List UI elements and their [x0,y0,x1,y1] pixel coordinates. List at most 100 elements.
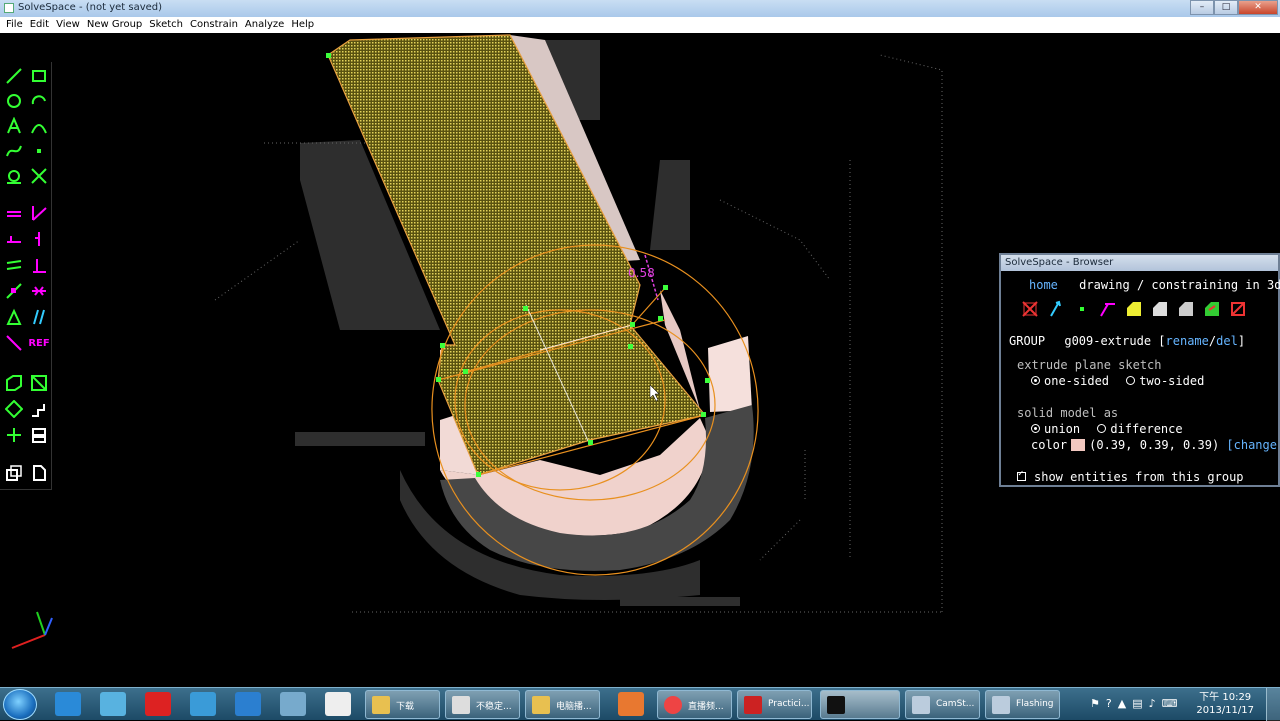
dimension-label[interactable]: 0.58 [628,266,655,280]
delete-link[interactable]: del [1216,334,1238,348]
tray-up-icon[interactable]: ▲ [1118,697,1126,710]
menu-analyze[interactable]: Analyze [241,17,287,33]
parallel-constraint-icon[interactable] [3,254,25,276]
outline-icon[interactable] [1229,300,1247,318]
angle-constraint-icon[interactable] [28,202,50,224]
close-button[interactable]: ✕ [1238,0,1278,15]
system-tray: ⚑ ? ▲ ▤ ♪ ⌨ [1090,697,1178,710]
browser-app-icon[interactable] [100,692,126,716]
tangent-arc-tool-icon[interactable] [28,115,50,137]
taskbar-button-practice[interactable]: Practici... [737,690,812,719]
split-tool-icon[interactable] [28,165,50,187]
step-rotate-icon[interactable] [3,424,25,446]
tray-flag-icon[interactable]: ⚑ [1090,697,1100,710]
bezier-tool-icon[interactable] [3,140,25,162]
solid-model-heading: solid model as [1017,406,1119,420]
horizontal-constraint-icon[interactable] [3,228,25,250]
taskbar-button-solvespace[interactable] [820,690,900,719]
difference-label[interactable]: difference [1110,422,1182,436]
tangent-constraint-icon[interactable] [28,306,50,328]
show-desktop-button[interactable] [1266,688,1280,721]
perpendicular-constraint-icon[interactable] [28,254,50,276]
on-point-constraint-icon[interactable] [3,280,25,302]
maximize-button[interactable]: □ [1214,0,1238,15]
tray-volume-icon[interactable]: ♪ [1149,697,1156,710]
normal-arrow-icon[interactable] [1047,300,1065,318]
rectangle-tool-icon[interactable] [28,65,50,87]
start-button[interactable] [3,689,37,720]
distance-constraint-icon[interactable] [3,202,25,224]
workplane-icon[interactable] [1021,300,1039,318]
extrude-group-icon[interactable] [28,372,50,394]
show-entities-label[interactable]: show entities from this group [1034,470,1244,484]
menu-new-group[interactable]: New Group [83,17,145,33]
two-sided-radio[interactable] [1126,376,1136,385]
taskbar-button-chrome[interactable]: 直播频... [657,690,732,719]
arc-tool-icon[interactable] [28,90,50,112]
mesh-icon[interactable] [1177,300,1195,318]
change-color-link[interactable]: [change [1226,438,1277,452]
explorer-app-icon[interactable] [280,692,306,716]
menu-file[interactable]: File [2,17,26,33]
taskbar-clock[interactable]: 下午 10:29 2013/11/17 [1196,691,1254,717]
taskbar-button-flashing[interactable]: Flashing [985,690,1060,719]
workplane-group-icon[interactable] [3,372,25,394]
lathe-group-icon[interactable] [3,398,25,420]
line-tool-icon[interactable] [3,65,25,87]
color-swatch [1071,438,1086,451]
taskbar-button-camstudio[interactable]: CamSt... [905,690,980,719]
group-name: g009-extrude [1064,334,1152,348]
vertical-constraint-icon[interactable] [28,228,50,250]
clock-date: 2013/11/17 [1196,705,1254,716]
menu-help[interactable]: Help [287,17,317,33]
hidden-lines-icon[interactable] [1203,300,1221,318]
pinwheel-app-icon[interactable] [618,692,644,716]
step-translate-icon[interactable] [28,398,50,420]
two-sided-label[interactable]: two-sided [1139,374,1204,388]
download-app-icon[interactable] [55,692,81,716]
tray-keyboard-icon[interactable]: ⌨ [1162,697,1178,710]
tray-help-icon[interactable]: ? [1106,697,1112,710]
minimize-button[interactable]: – [1190,0,1214,15]
menu-sketch[interactable]: Sketch [145,17,186,33]
one-sided-label[interactable]: one-sided [1044,374,1109,388]
point-icon[interactable] [1073,300,1091,318]
new-sheet-icon[interactable] [28,462,50,484]
tray-network-icon[interactable]: ▤ [1132,697,1142,710]
taskbar-button-downloads[interactable]: 下载 [365,690,440,719]
difference-radio[interactable] [1097,424,1107,433]
network-app-icon[interactable] [190,692,216,716]
paste-transformed-icon[interactable] [3,462,25,484]
window-titlebar: SolveSpace - (not yet saved) – □ ✕ [0,0,1280,17]
one-sided-radio[interactable] [1031,376,1040,385]
constraint-icon[interactable] [1099,300,1117,318]
menu-view[interactable]: View [52,17,83,33]
qq-app-icon[interactable] [235,692,261,716]
taskbar-button-2[interactable]: 不稳定... [445,690,520,719]
menu-edit[interactable]: Edit [26,17,52,33]
construction-tool-icon[interactable] [3,165,25,187]
notepad-app-icon[interactable] [325,692,351,716]
union-label[interactable]: union [1044,422,1080,436]
window-title: SolveSpace - (not yet saved) [18,2,163,13]
equal-constraint-icon[interactable] [3,306,25,328]
home-link[interactable]: home [1029,278,1058,292]
text-tool-icon[interactable] [3,115,25,137]
rename-link[interactable]: rename [1166,334,1209,348]
show-entities-checkbox[interactable] [1017,469,1026,481]
acrobat-app-icon[interactable] [145,692,171,716]
solid-white-icon[interactable] [1151,300,1169,318]
union-radio[interactable] [1031,424,1040,433]
window-controls: – □ ✕ [1190,0,1278,15]
symmetric-constraint-icon[interactable] [28,280,50,302]
circle-tool-icon[interactable] [3,90,25,112]
menu-constrain[interactable]: Constrain [186,17,241,33]
property-browser: SolveSpace - Browser home drawing / cons… [999,253,1280,487]
other-constraint-icon[interactable] [3,332,25,354]
point-tool-icon[interactable] [28,140,50,162]
import-group-icon[interactable] [28,424,50,446]
menu-bar: File Edit View New Group Sketch Constrai… [0,17,1280,33]
taskbar-button-3[interactable]: 电脑播... [525,690,600,719]
solid-yellow-icon[interactable] [1125,300,1143,318]
reference-button[interactable]: REF [28,332,50,354]
